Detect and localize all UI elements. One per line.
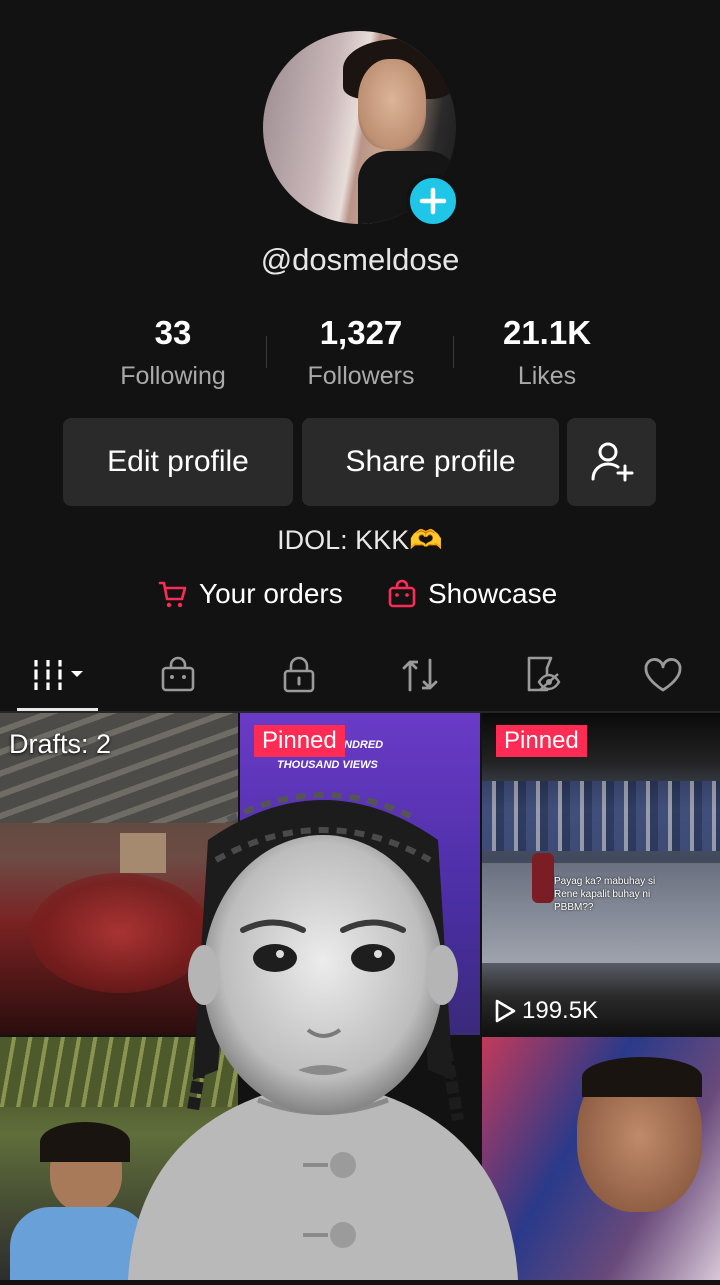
edit-profile-button[interactable]: Edit profile <box>63 418 293 506</box>
likes-count: 21.1K <box>502 314 592 351</box>
stat-following[interactable]: 33 Following <box>73 314 273 391</box>
stat-likes[interactable]: 21.1K Likes <box>447 314 647 391</box>
shopping-bag-icon <box>388 579 416 608</box>
cart-icon <box>158 581 187 608</box>
heart-icon <box>644 658 682 692</box>
hidden-bookmark-icon <box>527 656 561 692</box>
your-orders-label: Your orders <box>199 578 343 609</box>
add-story-plus-icon[interactable] <box>406 174 460 228</box>
username: @dosmeldose <box>260 242 460 277</box>
add-person-icon <box>591 442 633 482</box>
grid-icon <box>32 660 83 690</box>
likes-label: Likes <box>517 362 577 390</box>
video-caption-overlay: Payag ka? mabuhay si Rene kapalit buhay … <box>554 876 656 913</box>
following-count: 33 <box>154 314 192 351</box>
showcase-label: Showcase <box>428 578 558 609</box>
share-profile-button[interactable]: Share profile <box>302 418 559 506</box>
video-overlay-text: THOUSAND VIEWS <box>277 759 378 771</box>
tab-reposts[interactable] <box>360 640 480 710</box>
tab-private[interactable] <box>239 640 359 710</box>
shop-bag-icon <box>161 656 195 692</box>
add-friends-button[interactable] <box>567 418 656 506</box>
video-overlay-text: NDRED <box>344 739 384 751</box>
repost-icon <box>402 658 438 692</box>
followers-count: 1,327 <box>319 314 403 351</box>
pinned-badge: Pinned <box>496 725 587 757</box>
showcase-link[interactable]: Showcase <box>386 574 557 614</box>
profile-bio: IDOL: KKK🫶 <box>277 525 443 555</box>
your-orders-link[interactable]: Your orders <box>157 574 343 614</box>
followers-label: Followers <box>307 362 415 390</box>
video-portrait-overlay <box>108 780 538 1280</box>
drafts-count-label: Drafts: 2 <box>9 729 112 759</box>
lock-icon <box>283 656 315 693</box>
tab-favorites-hidden[interactable] <box>482 640 602 710</box>
pinned-badge: Pinned <box>254 725 345 757</box>
tab-videos[interactable] <box>0 640 120 710</box>
tab-liked[interactable] <box>603 640 720 710</box>
stat-followers[interactable]: 1,327 Followers <box>261 314 461 391</box>
tab-shop[interactable] <box>118 640 238 710</box>
following-label: Following <box>120 362 226 390</box>
